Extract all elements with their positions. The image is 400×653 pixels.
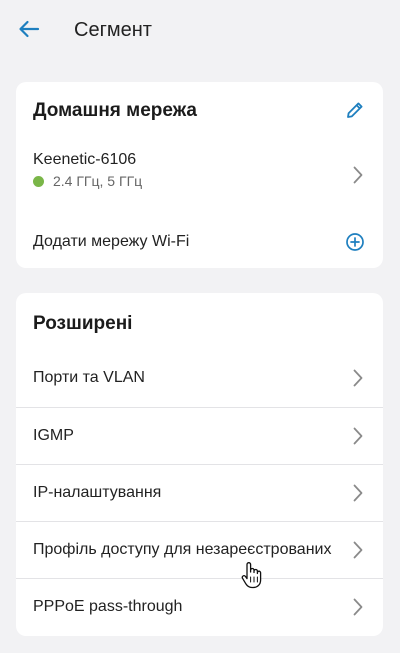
chevron-right-icon	[351, 368, 365, 388]
chevron-right-icon	[351, 483, 365, 503]
list-item-label: Порти та VLAN	[33, 369, 145, 386]
advanced-item-igmp[interactable]: IGMP	[16, 407, 383, 464]
page-title: Сегмент	[74, 19, 152, 41]
advanced-item-ip-settings[interactable]: IP-налаштування	[16, 464, 383, 521]
advanced-title: Розширені	[33, 313, 133, 334]
network-item-keenetic[interactable]: Keenetic-6106 2.4 ГГц, 5 ГГц	[16, 138, 383, 212]
chevron-right-icon	[351, 597, 365, 617]
home-network-title: Домашня мережа	[33, 100, 197, 121]
back-button[interactable]	[14, 14, 44, 44]
advanced-item-pppoe-pass-through[interactable]: PPPoE pass-through	[16, 578, 383, 635]
top-bar: Сегмент	[0, 0, 400, 60]
advanced-card: Розширені Порти та VLAN IGMP IP-налаштув…	[16, 293, 383, 636]
list-item-label: PPPoE pass-through	[33, 598, 183, 615]
add-wifi-label: Додати мережу Wi-Fi	[33, 233, 190, 250]
status-dot	[33, 175, 44, 187]
list-item-label: Профіль доступу для незареєстрованих	[33, 541, 332, 558]
chevron-right-icon	[351, 426, 365, 446]
network-status: 2.4 ГГц, 5 ГГц	[33, 172, 142, 190]
list-item-label: IP-налаштування	[33, 484, 162, 501]
plus-circle-icon	[346, 233, 364, 251]
advanced-item-ports-vlan[interactable]: Порти та VLAN	[16, 350, 383, 407]
network-bands: 2.4 ГГц, 5 ГГц	[53, 173, 143, 189]
chevron-right-icon	[351, 165, 365, 185]
chevron-right-icon	[351, 540, 365, 560]
pencil-icon	[347, 102, 363, 118]
edit-network-button[interactable]	[343, 98, 367, 122]
arrow-left-icon	[19, 20, 40, 38]
home-network-card: Домашня мережа Keenetic-6106 2.4 ГГц, 5 …	[16, 82, 383, 268]
advanced-list: Порти та VLAN IGMP IP-налаштування Профі…	[16, 350, 383, 635]
list-item-label: IGMP	[33, 427, 74, 444]
network-name: Keenetic-6106	[33, 151, 137, 168]
add-wifi-network-button[interactable]: Додати мережу Wi-Fi	[16, 220, 383, 264]
advanced-item-unregistered-access-profile[interactable]: Профіль доступу для незареєстрованих	[16, 521, 383, 578]
